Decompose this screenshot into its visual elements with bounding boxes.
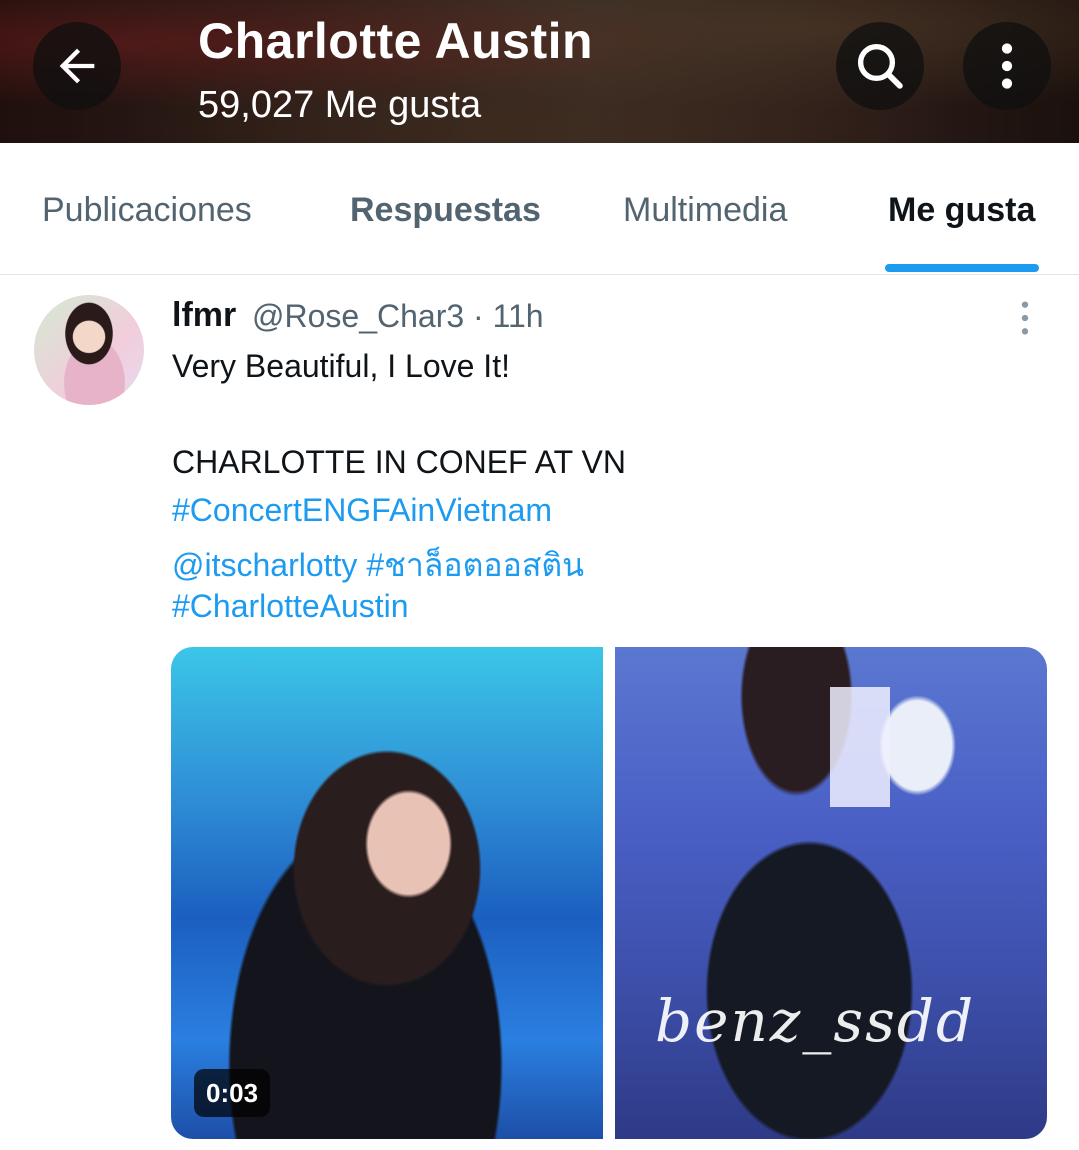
post-handle-time[interactable]: @Rose_Char3 · 11h [252,298,544,335]
more-options-button[interactable] [963,22,1051,110]
tab-publicaciones[interactable]: Publicaciones [42,191,252,230]
more-vertical-icon [1021,301,1029,335]
likes-count: 59,027 Me gusta [198,84,482,126]
stage-light [830,687,890,807]
profile-name: Charlotte Austin [198,13,594,69]
search-icon [857,43,903,89]
video-thumbnail[interactable] [171,647,603,1139]
active-tab-indicator [885,264,1039,272]
post-text-line: @itscharlotty #ชาล็อตออสติน [172,540,584,591]
post-text-line: Very Beautiful, I Love It! [172,348,510,384]
avatar[interactable] [34,295,144,405]
hashtag-link[interactable]: #ConcertENGFAinVietnam [172,492,552,529]
tab-me-gusta[interactable]: Me gusta [888,191,1035,230]
tab-respuestas[interactable]: Respuestas [350,191,541,230]
image-thumbnail[interactable]: benz_ssdd [615,647,1047,1139]
hashtag-link[interactable]: #CharlotteAustin [172,588,409,625]
post-text-line: CHARLOTTE IN CONEF AT VN [172,444,626,480]
back-button[interactable] [33,22,121,110]
mention-link[interactable]: @itscharlotty [172,547,357,583]
video-duration-badge: 0:03 [194,1069,271,1117]
post-more-button[interactable] [1010,298,1040,338]
post-author-name[interactable]: lfmr [172,296,236,335]
tab-multimedia[interactable]: Multimedia [623,191,787,230]
profile-header: Charlotte Austin 59,027 Me gusta [0,0,1079,143]
hashtag-link[interactable]: #ชาล็อตออสติน [366,547,584,583]
profile-tabs: Publicaciones Respuestas Multimedia Me g… [0,143,1079,275]
arrow-left-icon [59,48,95,84]
search-button[interactable] [836,22,924,110]
more-vertical-icon [1001,43,1013,89]
watermark-text: benz_ssdd [655,987,976,1055]
